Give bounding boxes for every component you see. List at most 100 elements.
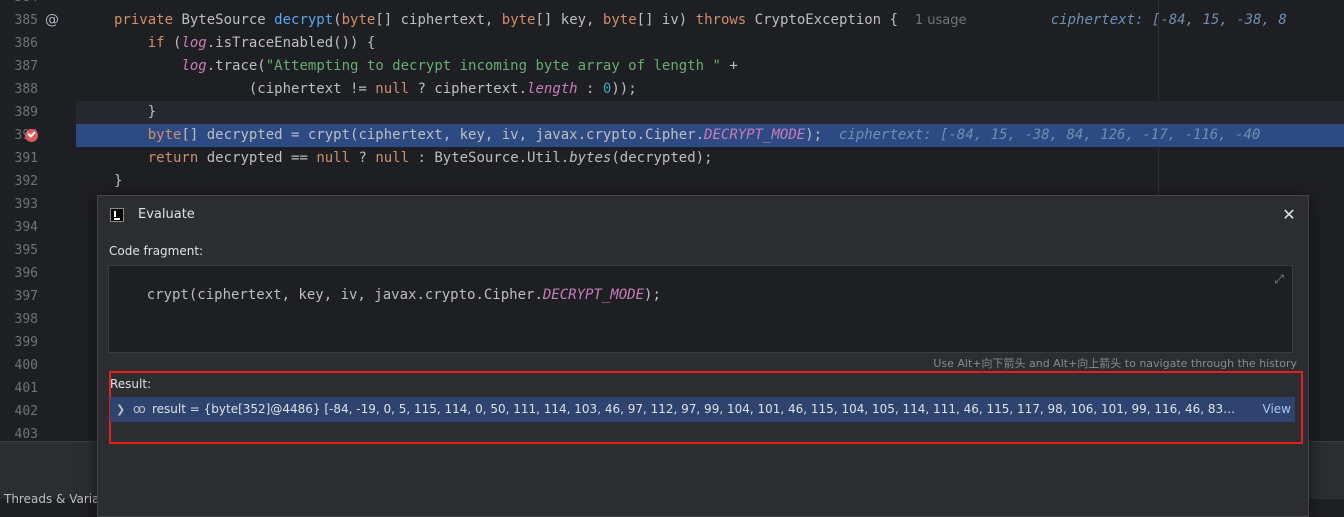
inline-debug-value: ciphertext: [-84, 15, -38, 8	[966, 12, 1287, 28]
line-number: 399	[14, 335, 38, 350]
code-fragment-editor[interactable]: crypt(ciphertext, key, iv, javax.crypto.…	[108, 265, 1293, 353]
line-number: 400	[14, 358, 38, 373]
expand-icon[interactable]: ⤢	[1272, 272, 1286, 286]
code-token: );	[644, 287, 661, 303]
intellij-app-icon	[110, 208, 124, 222]
code-line[interactable]: if (log.isTraceEnabled()) {	[76, 32, 1344, 55]
gutter-line[interactable]: 389	[0, 101, 76, 124]
code-token: .isTraceEnabled()) {	[206, 35, 376, 51]
gutter-line[interactable]: 387	[0, 55, 76, 78]
code-token: );	[805, 127, 839, 143]
code-token: DECRYPT_MODE	[542, 287, 645, 303]
view-link[interactable]: View	[1263, 397, 1291, 422]
code-fragment-label: Code fragment:	[109, 244, 204, 258]
gutter-line[interactable]: 393	[0, 193, 76, 216]
inline-debug-value: ciphertext: [-84, 15, -38, 84, 126, -17,…	[838, 127, 1261, 143]
gutter-line[interactable]: 398	[0, 308, 76, 331]
code-token: return	[147, 150, 207, 166]
line-number: 395	[14, 243, 38, 258]
gutter-line[interactable]: 402	[0, 400, 76, 423]
result-tree-empty-area	[109, 444, 1303, 516]
line-number-gutter[interactable]: 384 385 @ 386 387 388 389 390 391 392 393 394 395 396…	[0, 0, 76, 441]
expand-chevron-icon[interactable]: ❯	[116, 397, 130, 422]
code-token: :	[577, 81, 603, 97]
gutter-line[interactable]: 392	[0, 170, 76, 193]
code-token: ByteSource	[181, 12, 275, 28]
gutter-line[interactable]: 401	[0, 377, 76, 400]
code-line[interactable]	[76, 0, 1344, 9]
result-tree-row[interactable]: ❯ oo result = {byte[352]@4486} [-84, -19…	[110, 397, 1295, 422]
gutter-line[interactable]: 397	[0, 285, 76, 308]
result-value: result = {byte[352]@4486} [-84, -19, 0, …	[152, 402, 1237, 416]
code-token: byte	[341, 12, 376, 28]
gutter-line[interactable]: 384	[0, 0, 76, 9]
gutter-line[interactable]: 391	[0, 147, 76, 170]
code-token: DECRYPT_MODE	[704, 127, 806, 143]
code-line[interactable]: }	[76, 101, 1344, 124]
line-number: 393	[14, 197, 38, 212]
code-token: (ciphertext !=	[114, 81, 376, 97]
line-number: 389	[14, 105, 38, 120]
gutter-line[interactable]: 396	[0, 262, 76, 285]
usage-hint[interactable]: 1 usage	[915, 13, 967, 28]
line-number: 401	[14, 381, 38, 396]
line-number: 403	[14, 427, 38, 441]
gutter-line[interactable]: 385 @	[0, 9, 76, 32]
code-line[interactable]: return decrypted == null ? null : ByteSo…	[76, 147, 1344, 170]
line-number: 392	[14, 174, 38, 189]
result-label: Result:	[110, 377, 152, 391]
code-line[interactable]: log.trace("Attempting to decrypt incomin…	[76, 55, 1344, 78]
code-token: null	[375, 81, 410, 97]
gutter-line[interactable]: 388	[0, 78, 76, 101]
code-token: [] ciphertext,	[375, 12, 502, 28]
override-marker-icon[interactable]: @	[45, 13, 59, 27]
code-token: CryptoException {	[754, 12, 915, 28]
gutter-line[interactable]: 394	[0, 216, 76, 239]
line-number: 398	[14, 312, 38, 327]
gutter-line[interactable]: 386	[0, 32, 76, 55]
code-token: log	[181, 58, 207, 74]
code-token: null	[375, 150, 410, 166]
code-token: [] key,	[535, 12, 603, 28]
dialog-title: Evaluate	[138, 207, 195, 222]
code-token: private	[114, 12, 182, 28]
code-token: bytes	[569, 150, 612, 166]
code-token: "Attempting to decrypt incoming byte arr…	[265, 58, 721, 74]
line-number: 387	[14, 59, 38, 74]
code-token: throws	[695, 12, 755, 28]
code-line[interactable]: private ByteSource decrypt(byte[] cipher…	[76, 9, 1344, 32]
code-token: (decrypted);	[611, 150, 713, 166]
close-icon[interactable]: ✕	[1278, 204, 1300, 226]
gutter-line[interactable]: 403	[0, 423, 76, 441]
code-token: [] decrypted = crypt(ciphertext, key, iv…	[181, 127, 705, 143]
code-token: ));	[611, 81, 637, 97]
dialog-titlebar[interactable]: Evaluate ✕	[98, 196, 1308, 234]
gutter-line[interactable]: 400	[0, 354, 76, 377]
code-line[interactable]: (ciphertext != null ? ciphertext.length …	[76, 78, 1344, 101]
line-number: 402	[14, 404, 38, 419]
code-token: +	[720, 58, 738, 74]
line-number: 391	[14, 151, 38, 166]
gutter-line[interactable]: 395	[0, 239, 76, 262]
line-number: 386	[14, 36, 38, 51]
code-token: if	[147, 35, 174, 51]
execution-line[interactable]: byte[] decrypted = crypt(ciphertext, key…	[76, 124, 1344, 147]
breakpoint-icon[interactable]	[25, 129, 38, 142]
gutter-line[interactable]: 399	[0, 331, 76, 354]
history-hint: Use Alt+向下箭头 and Alt+向上箭头 to navigate th…	[933, 357, 1297, 370]
line-number: 394	[14, 220, 38, 235]
code-token: decrypt	[274, 12, 334, 28]
code-token: log	[181, 35, 207, 51]
code-token: .trace(	[206, 58, 266, 74]
code-token: length	[527, 81, 578, 97]
gutter-line[interactable]: 390	[0, 124, 76, 147]
code-token: crypt(ciphertext, key, iv, javax.crypto.…	[146, 287, 543, 303]
line-number: 397	[14, 289, 38, 304]
code-token: }	[114, 173, 123, 189]
code-token: : ByteSource.Util.	[409, 150, 570, 166]
code-token: null	[316, 150, 351, 166]
code-line[interactable]: }	[76, 170, 1344, 193]
watch-glasses-icon: oo	[133, 402, 146, 416]
